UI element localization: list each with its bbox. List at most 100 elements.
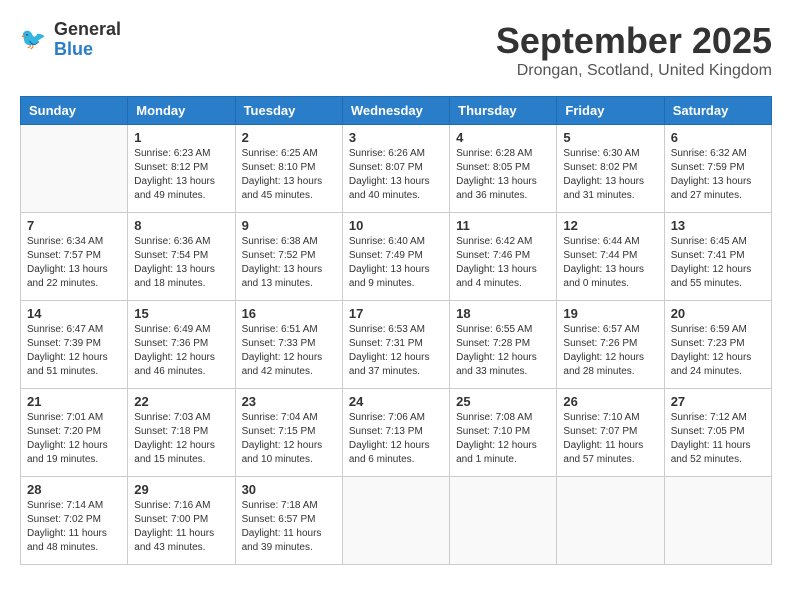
cell-details: Sunrise: 6:34 AMSunset: 7:57 PMDaylight:… — [27, 235, 121, 291]
title-section: September 2025 Drongan, Scotland, United… — [496, 20, 772, 80]
calendar-table: SundayMondayTuesdayWednesdayThursdayFrid… — [20, 96, 772, 565]
cell-details: Sunrise: 7:12 AMSunset: 7:05 PMDaylight:… — [671, 411, 765, 467]
day-number: 27 — [671, 394, 765, 409]
calendar-week-row: 1Sunrise: 6:23 AMSunset: 8:12 PMDaylight… — [21, 125, 772, 213]
logo-icon: 🐦 — [20, 25, 50, 55]
calendar-cell — [21, 125, 128, 213]
calendar-cell: 9 Sunrise: 6:38 AMSunset: 7:52 PMDaylight… — [235, 213, 342, 301]
day-number: 10 — [349, 218, 443, 233]
cell-details: Sunrise: 6:45 AMSunset: 7:41 PMDaylight:… — [671, 235, 765, 291]
day-number: 19 — [563, 306, 657, 321]
cell-details: Sunrise: 6:51 AMSunset: 7:33 PMDaylight:… — [242, 323, 336, 379]
day-number: 15 — [134, 306, 228, 321]
day-number: 29 — [134, 482, 228, 497]
calendar-week-row: 7 Sunrise: 6:34 AMSunset: 7:57 PMDaylight… — [21, 213, 772, 301]
day-number: 24 — [349, 394, 443, 409]
day-number: 25 — [456, 394, 550, 409]
day-number: 8 — [134, 218, 228, 233]
calendar-title: September 2025 — [496, 20, 772, 62]
day-number: 30 — [242, 482, 336, 497]
day-number: 4 — [456, 130, 550, 145]
calendar-cell: 4 Sunrise: 6:28 AMSunset: 8:05 PMDaylight… — [450, 125, 557, 213]
cell-details: Sunrise: 6:57 AMSunset: 7:26 PMDaylight:… — [563, 323, 657, 379]
cell-details: Sunrise: 6:49 AMSunset: 7:36 PMDaylight:… — [134, 323, 228, 379]
day-number: 28 — [27, 482, 121, 497]
day-number: 7 — [27, 218, 121, 233]
day-number: 13 — [671, 218, 765, 233]
calendar-cell: 24Sunrise: 7:06 AMSunset: 7:13 PMDayligh… — [342, 389, 449, 477]
calendar-cell: 2Sunrise: 6:25 AMSunset: 8:10 PMDaylight… — [235, 125, 342, 213]
day-number: 16 — [242, 306, 336, 321]
calendar-cell: 21 Sunrise: 7:01 AMSunset: 7:20 PMDayligh… — [21, 389, 128, 477]
calendar-cell: 22 Sunrise: 7:03 AMSunset: 7:18 PMDayligh… — [128, 389, 235, 477]
calendar-cell: 11Sunrise: 6:42 AMSunset: 7:46 PMDayligh… — [450, 213, 557, 301]
calendar-cell: 8 Sunrise: 6:36 AMSunset: 7:54 PMDaylight… — [128, 213, 235, 301]
day-number: 21 — [27, 394, 121, 409]
cell-details: Sunrise: 7:14 AMSunset: 7:02 PMDaylight:… — [27, 499, 121, 555]
day-number: 9 — [242, 218, 336, 233]
logo-text: General Blue — [54, 20, 121, 60]
calendar-cell: 15 Sunrise: 6:49 AMSunset: 7:36 PMDayligh… — [128, 301, 235, 389]
cell-details: Sunrise: 6:55 AMSunset: 7:28 PMDaylight:… — [456, 323, 550, 379]
calendar-cell: 1Sunrise: 6:23 AMSunset: 8:12 PMDaylight… — [128, 125, 235, 213]
cell-details: Sunrise: 7:16 AMSunset: 7:00 PMDaylight:… — [134, 499, 228, 555]
svg-text:🐦: 🐦 — [20, 28, 46, 51]
cell-details: Sunrise: 6:30 AMSunset: 8:02 PMDaylight:… — [563, 147, 657, 203]
cell-details: Sunrise: 6:44 AMSunset: 7:44 PMDaylight:… — [563, 235, 657, 291]
calendar-cell: 26 Sunrise: 7:10 AMSunset: 7:07 PMDayligh… — [557, 389, 664, 477]
cell-details: Sunrise: 6:38 AMSunset: 7:52 PMDaylight:… — [242, 235, 336, 291]
cell-details: Sunrise: 6:40 AMSunset: 7:49 PMDaylight:… — [349, 235, 443, 291]
calendar-day-header: Wednesday — [342, 97, 449, 125]
calendar-subtitle: Drongan, Scotland, United Kingdom — [496, 62, 772, 80]
calendar-cell: 30 Sunrise: 7:18 AMSunset: 6:57 PMDayligh… — [235, 477, 342, 565]
calendar-week-row: 14 Sunrise: 6:47 AMSunset: 7:39 PMDayligh… — [21, 301, 772, 389]
calendar-cell: 29 Sunrise: 7:16 AMSunset: 7:00 PMDayligh… — [128, 477, 235, 565]
cell-details: Sunrise: 6:26 AMSunset: 8:07 PMDaylight:… — [349, 147, 443, 203]
cell-details: Sunrise: 6:28 AMSunset: 8:05 PMDaylight:… — [456, 147, 550, 203]
cell-details: Sunrise: 7:04 AMSunset: 7:15 PMDaylight:… — [242, 411, 336, 467]
calendar-header-row: SundayMondayTuesdayWednesdayThursdayFrid… — [21, 97, 772, 125]
calendar-cell: 5 Sunrise: 6:30 AMSunset: 8:02 PMDaylight… — [557, 125, 664, 213]
day-number: 18 — [456, 306, 550, 321]
day-number: 1 — [134, 130, 228, 145]
day-number: 26 — [563, 394, 657, 409]
day-number: 5 — [563, 130, 657, 145]
calendar-day-header: Tuesday — [235, 97, 342, 125]
cell-details: Sunrise: 6:36 AMSunset: 7:54 PMDaylight:… — [134, 235, 228, 291]
cell-details: Sunrise: 7:01 AMSunset: 7:20 PMDaylight:… — [27, 411, 121, 467]
day-number: 23 — [242, 394, 336, 409]
calendar-cell: 28 Sunrise: 7:14 AMSunset: 7:02 PMDayligh… — [21, 477, 128, 565]
day-number: 17 — [349, 306, 443, 321]
calendar-cell: 27 Sunrise: 7:12 AMSunset: 7:05 PMDayligh… — [664, 389, 771, 477]
day-number: 2 — [242, 130, 336, 145]
page-header: 🐦 General Blue September 2025 Drongan, S… — [20, 20, 772, 80]
day-number: 14 — [27, 306, 121, 321]
calendar-cell: 3 Sunrise: 6:26 AMSunset: 8:07 PMDaylight… — [342, 125, 449, 213]
calendar-day-header: Friday — [557, 97, 664, 125]
day-number: 3 — [349, 130, 443, 145]
cell-details: Sunrise: 7:10 AMSunset: 7:07 PMDaylight:… — [563, 411, 657, 467]
calendar-cell: 17Sunrise: 6:53 AMSunset: 7:31 PMDayligh… — [342, 301, 449, 389]
calendar-cell: 25 Sunrise: 7:08 AMSunset: 7:10 PMDayligh… — [450, 389, 557, 477]
cell-details: Sunrise: 7:08 AMSunset: 7:10 PMDaylight:… — [456, 411, 550, 467]
logo: 🐦 General Blue — [20, 20, 121, 60]
calendar-day-header: Thursday — [450, 97, 557, 125]
day-number: 20 — [671, 306, 765, 321]
calendar-cell: 20Sunrise: 6:59 AMSunset: 7:23 PMDayligh… — [664, 301, 771, 389]
cell-details: Sunrise: 6:32 AMSunset: 7:59 PMDaylight:… — [671, 147, 765, 203]
cell-details: Sunrise: 7:03 AMSunset: 7:18 PMDaylight:… — [134, 411, 228, 467]
calendar-day-header: Saturday — [664, 97, 771, 125]
calendar-cell: 19 Sunrise: 6:57 AMSunset: 7:26 PMDayligh… — [557, 301, 664, 389]
calendar-cell — [342, 477, 449, 565]
calendar-cell: 10 Sunrise: 6:40 AMSunset: 7:49 PMDayligh… — [342, 213, 449, 301]
calendar-cell: 13 Sunrise: 6:45 AMSunset: 7:41 PMDayligh… — [664, 213, 771, 301]
calendar-cell — [557, 477, 664, 565]
calendar-day-header: Monday — [128, 97, 235, 125]
day-number: 22 — [134, 394, 228, 409]
cell-details: Sunrise: 7:18 AMSunset: 6:57 PMDaylight:… — [242, 499, 336, 555]
calendar-cell — [664, 477, 771, 565]
calendar-cell: 16 Sunrise: 6:51 AMSunset: 7:33 PMDayligh… — [235, 301, 342, 389]
cell-details: Sunrise: 6:47 AMSunset: 7:39 PMDaylight:… — [27, 323, 121, 379]
calendar-cell: 12Sunrise: 6:44 AMSunset: 7:44 PMDayligh… — [557, 213, 664, 301]
calendar-cell: 14 Sunrise: 6:47 AMSunset: 7:39 PMDayligh… — [21, 301, 128, 389]
